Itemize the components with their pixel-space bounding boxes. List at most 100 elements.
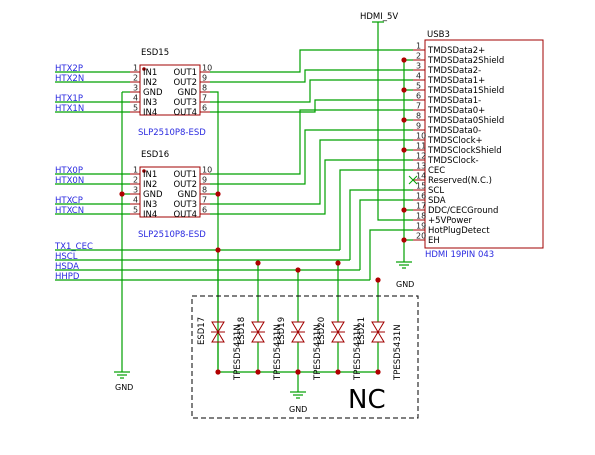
junction-dot [255,260,261,266]
usb3-pin-name: TMDSData2Shield [427,56,504,66]
usb3-pin-name: SCL [428,186,444,196]
usb3-pin-name: DDC/CECGround [428,206,498,216]
usb3-ref: USB3 [427,30,450,40]
gnd-label-usb: GND [396,280,414,289]
usb3-pin-name: TMDSData1Shield [427,86,504,96]
usb3-pin-num: 8 [416,112,421,121]
net-label: HHPD [55,272,80,282]
net-label: HTX0N [55,176,84,186]
tvs-ref: ESD20 [317,317,327,345]
esd15-pin-name: OUT1 [173,68,197,78]
net-label: HTX1P [55,94,83,104]
tvs-ref: ESD18 [237,317,247,345]
esd16-pin-num: 3 [133,186,138,195]
net-label: HSCL [55,252,78,262]
esd15-part: SLP2510P8-ESD [138,128,206,138]
signal-wire [210,129,413,185]
usb3-pin-num: 3 [416,62,421,71]
esd15-pin-name: GND [143,88,163,98]
usb3-pin-name: TMDSClock- [427,156,479,166]
signal-wire [210,79,413,103]
esd16-pin-num: 1 [133,166,138,175]
tvs-diode-lower [371,331,385,343]
usb3-pin-num: 17 [416,202,426,211]
esd16-pin-name: OUT4 [173,210,197,220]
esd16-pin-name: IN3 [143,200,157,210]
usb3-pin-name: EH [428,236,440,246]
tvs-diode-upper [371,321,385,333]
junction-dot [335,260,341,266]
gnd-label-tvs: GND [289,405,307,414]
net-label: TX1_CEC [54,242,93,252]
esd16-pin-name: IN1 [143,170,157,180]
net-label: HTX2P [55,64,83,74]
usb3-pin-num: 12 [416,152,426,161]
hpd-wire [369,229,413,280]
hdmi-5v-label: HDMI_5V [360,12,398,22]
esd15-pin-name: IN3 [143,98,157,108]
tvs-diode-upper [251,321,265,333]
usb3-pin-name: +5VPower [428,216,473,226]
usb3-pin-name: CEC [428,166,445,176]
usb3-pin-num: 7 [416,102,421,111]
usb3-pin-num: 15 [416,182,426,191]
usb3-pin-name: TMDSData0+ [427,106,485,116]
junction-dot [375,277,381,283]
usb3-pin-num: 4 [416,72,421,81]
junction-dot [401,207,407,213]
usb3-pin-name: TMDSData0- [427,126,481,136]
junction-dot [401,87,407,93]
net-label: HTX1N [55,104,84,114]
junction-dot [401,237,407,243]
junction-dot [375,369,381,375]
junction-dot [215,369,221,375]
usb3-pin-num: 5 [416,82,421,91]
esd16-pin-name: OUT3 [173,200,197,210]
usb3-pin-num: 11 [416,142,426,151]
junction-dot [401,57,407,63]
junction-dot [255,369,261,375]
esd16-pin-num: 10 [202,166,212,175]
esd16-pin-num: 9 [202,176,207,185]
esd16-pin-num: 4 [133,196,138,205]
usb3-pin-name: TMDSClockShield [427,146,502,156]
esd15-pin-name: IN2 [143,78,157,88]
esd16-pin-name: IN2 [143,180,157,190]
junction-dot [335,369,341,375]
esd15-pin-name: OUT4 [173,108,197,118]
esd15-pin-name: OUT2 [173,78,197,88]
esd16-ref: ESD16 [141,150,169,160]
junction-dot [215,247,221,253]
usb3-pin-name: TMDSData2+ [427,46,485,56]
junction-dot [401,147,407,153]
esd16-pin-name: GND [178,190,198,200]
usb3-pin-num: 20 [416,232,426,241]
esd15-pin-num: 10 [202,64,212,73]
net-label: HTX2N [55,74,84,84]
esd15-pin-num: 9 [202,74,207,83]
esd16-pin-num: 2 [133,176,138,185]
esd15-pin-name: GND [178,88,198,98]
esd16-pin-num: 7 [202,196,207,205]
junction-dot [119,191,125,197]
usb3-pin-num: 13 [416,162,426,171]
usb3-pin-name: Reserved(N.C.) [428,176,492,186]
esd15-pin-num: 5 [133,104,138,113]
usb3-pin-name: TMDSData0Shield [427,116,504,126]
usb3-pin-num: 9 [416,122,421,131]
tvs-diode-lower [291,331,305,343]
esd16-part: SLP2510P8-ESD [138,230,206,240]
esd15-ref: ESD15 [141,48,169,58]
tvs-diode-lower [251,331,265,343]
usb3-pin-num: 10 [416,132,426,141]
usb3-pin-num: 16 [416,192,426,201]
esd16-pin-name: OUT1 [173,170,197,180]
esd15-pin-num: 8 [202,84,207,93]
tvs-ref: ESD19 [277,317,287,345]
usb3-pin-name: SDA [428,196,446,206]
usb3-pin-num: 1 [416,42,421,51]
signal-wire [210,159,413,215]
esd15-pin-num: 4 [133,94,138,103]
tvs-diode-upper [291,321,305,333]
esd16-pin-num: 8 [202,186,207,195]
